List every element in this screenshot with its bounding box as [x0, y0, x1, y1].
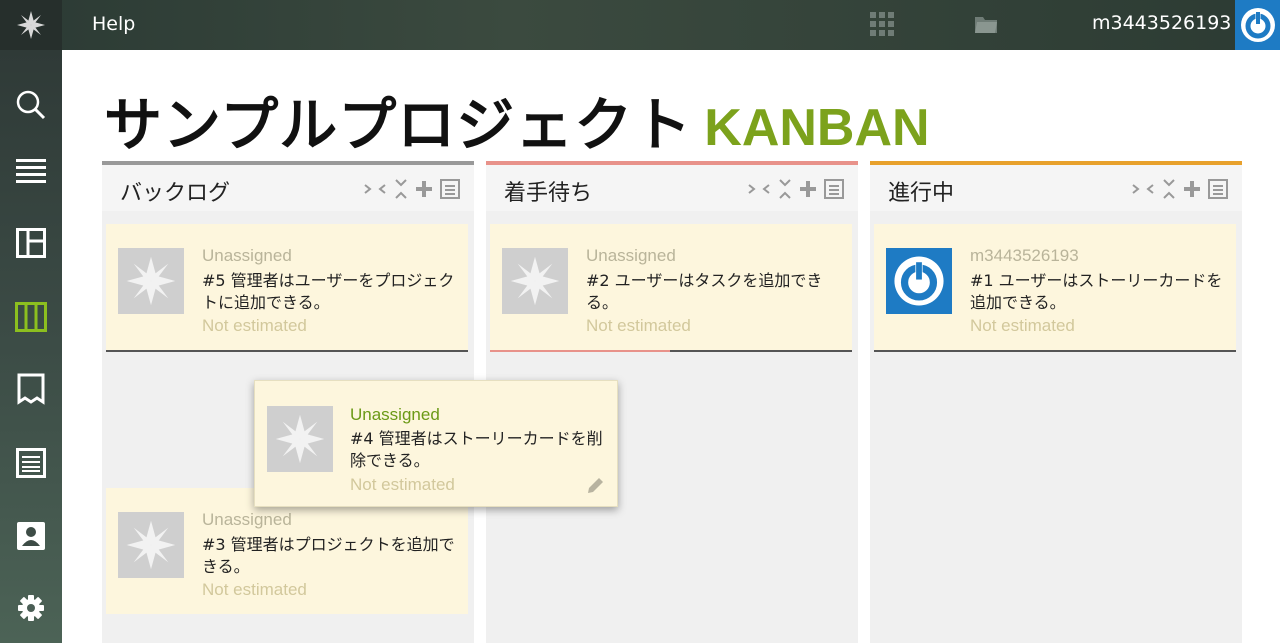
folder-icon[interactable] [974, 14, 998, 38]
card-2[interactable]: Unassigned #2 ユーザーはタスクを追加できる。 Not estima… [490, 224, 852, 352]
column-tools [1132, 179, 1228, 199]
avatar [502, 248, 568, 314]
sidebar-item-dashboard[interactable] [0, 213, 62, 273]
fold-vertical-icon[interactable] [394, 179, 408, 199]
user-avatar[interactable] [1235, 0, 1280, 50]
fold-vertical-icon[interactable] [1162, 179, 1176, 199]
add-card-icon[interactable] [1184, 181, 1200, 197]
card-title[interactable]: #2 ユーザーはタスクを追加できる。 [586, 270, 846, 314]
card-estimate[interactable]: Not estimated [202, 580, 307, 600]
fold-vertical-icon[interactable] [778, 179, 792, 199]
card-assignee[interactable]: m3443526193 [970, 246, 1079, 266]
kanban-subtitle: KANBAN [704, 99, 930, 157]
card-title[interactable]: #3 管理者はプロジェクトを追加できる。 [202, 534, 462, 578]
default-avatar-icon [126, 520, 176, 570]
sidebar-item-settings[interactable] [0, 578, 62, 638]
card-assignee[interactable]: Unassigned [350, 405, 440, 425]
add-card-icon[interactable] [416, 181, 432, 197]
card-assignee[interactable]: Unassigned [202, 246, 292, 266]
column-title: 着手待ち [504, 181, 593, 206]
column-title: 進行中 [888, 181, 955, 206]
power-icon [1240, 8, 1275, 42]
sidebar [0, 50, 62, 643]
avatar [118, 248, 184, 314]
column-title: バックログ [120, 181, 231, 206]
card-title[interactable]: #5 管理者はユーザーをプロジェクトに追加できる。 [202, 270, 462, 314]
column-tools [748, 179, 844, 199]
sidebar-item-kanban[interactable] [0, 287, 62, 347]
column-tools [364, 179, 460, 199]
projects-grid-icon[interactable] [870, 12, 894, 36]
avatar [886, 248, 952, 314]
fold-horizontal-icon[interactable] [364, 183, 386, 195]
taiga-logo[interactable] [0, 0, 62, 50]
column-header: 進行中 [870, 161, 1242, 211]
card-title[interactable]: #1 ユーザーはストーリーカードを追加できる。 [970, 270, 1230, 314]
card-progress-bar [490, 350, 670, 352]
settings-icon [18, 595, 44, 621]
project-name: サンプルプロジェクト [104, 91, 693, 159]
team-icon [17, 522, 45, 550]
kanban-icon [15, 302, 47, 332]
bulk-add-icon[interactable] [824, 179, 844, 199]
sidebar-item-wiki[interactable] [0, 359, 62, 419]
fold-horizontal-icon[interactable] [1132, 183, 1154, 195]
backlog-list-icon [16, 159, 46, 183]
search-icon [16, 90, 46, 120]
help-link[interactable]: Help [92, 13, 135, 35]
default-avatar-icon [126, 256, 176, 306]
card-estimate[interactable]: Not estimated [350, 475, 455, 495]
add-card-icon[interactable] [800, 181, 816, 197]
card-1[interactable]: m3443526193 #1 ユーザーはストーリーカードを追加できる。 Not … [874, 224, 1236, 352]
bulk-add-icon[interactable] [1208, 179, 1228, 199]
card-assignee[interactable]: Unassigned [586, 246, 676, 266]
card-estimate[interactable]: Not estimated [202, 316, 307, 336]
card-title[interactable]: #4 管理者はストーリーカードを削除できる。 [350, 428, 610, 472]
top-bar: Help m3443526193 [0, 0, 1280, 50]
sidebar-item-issues[interactable] [0, 433, 62, 493]
default-avatar-icon [510, 256, 560, 306]
card-estimate[interactable]: Not estimated [586, 316, 691, 336]
power-icon [894, 256, 944, 306]
sidebar-item-search[interactable] [0, 75, 62, 135]
username[interactable]: m3443526193 [1092, 12, 1231, 34]
card-estimate[interactable]: Not estimated [970, 316, 1075, 336]
fold-horizontal-icon[interactable] [748, 183, 770, 195]
card-5[interactable]: Unassigned #5 管理者はユーザーをプロジェクトに追加できる。 Not… [106, 224, 468, 352]
default-avatar-icon [275, 414, 325, 464]
dashboard-icon [16, 228, 46, 258]
card-assignee[interactable]: Unassigned [202, 510, 292, 530]
sidebar-item-team[interactable] [0, 506, 62, 566]
sidebar-item-backlog[interactable] [0, 142, 62, 202]
wiki-icon [17, 373, 45, 405]
column-header: 着手待ち [486, 161, 858, 211]
page-title: サンプルプロジェクト KANBAN [104, 78, 930, 162]
edit-pencil-icon[interactable] [585, 476, 605, 496]
avatar [267, 406, 333, 472]
issues-icon [16, 448, 46, 478]
avatar [118, 512, 184, 578]
column-body: m3443526193 #1 ユーザーはストーリーカードを追加できる。 Not … [870, 211, 1242, 639]
column-in-progress: 進行中 m3443526193 #1 ユーザーはストーリーカードを追加できる。 … [870, 161, 1242, 643]
dragging-card-4[interactable]: Unassigned #4 管理者はストーリーカードを削除できる。 Not es… [254, 380, 618, 507]
column-header: バックログ [102, 161, 474, 211]
bulk-add-icon[interactable] [440, 179, 460, 199]
taiga-logo-icon [17, 11, 45, 39]
